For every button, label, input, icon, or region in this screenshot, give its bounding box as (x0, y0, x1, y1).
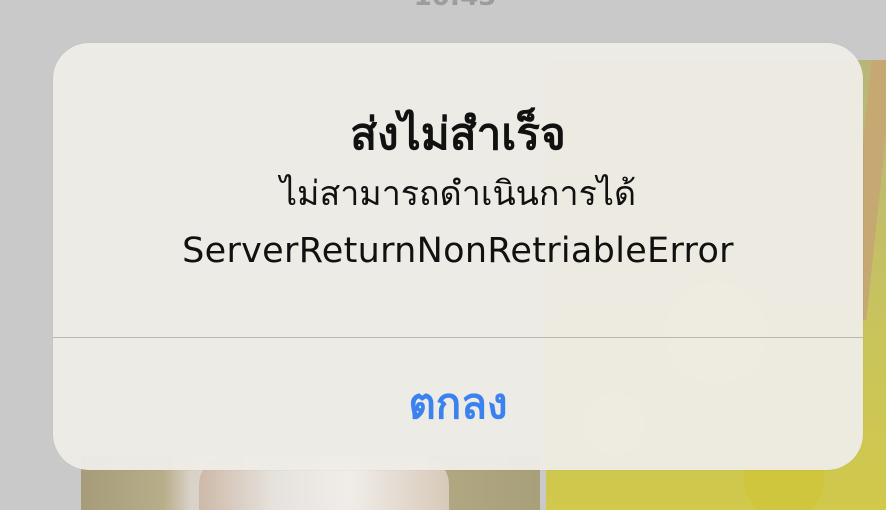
alert-title: ส่งไม่สำเร็จ (350, 109, 566, 160)
status-bar-time: 10:43 (400, 0, 510, 8)
alert-dialog: ส่งไม่สำเร็จ ไม่สามารถดำเนินการได้ Serve… (53, 43, 863, 470)
alert-error-code: ServerReturnNonRetriableError (182, 231, 734, 271)
alert-content: ส่งไม่สำเร็จ ไม่สามารถดำเนินการได้ Serve… (53, 43, 863, 337)
alert-message: ไม่สามารถดำเนินการได้ (279, 174, 637, 214)
screen: 10:43 ส่งไม่สำเร็จ ไม่สามารถดำเนินการได้… (0, 0, 886, 510)
ok-button[interactable]: ตกลง (53, 338, 863, 470)
